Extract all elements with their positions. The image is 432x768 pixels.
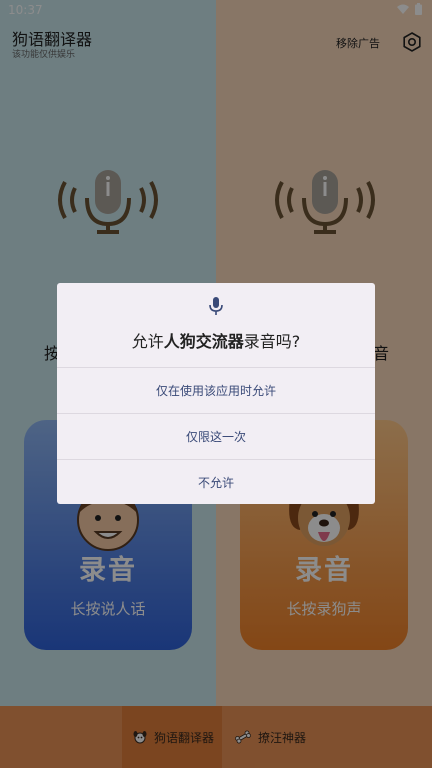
dialog-title-suffix: 录音吗? — [243, 332, 301, 351]
dialog-title-prefix: 允许 — [131, 332, 164, 351]
dialog-app-name: 人狗交流器 — [163, 332, 244, 351]
dialog-title: 允许人狗交流器录音吗? — [57, 328, 375, 352]
deny-button[interactable]: 不允许 — [57, 460, 375, 504]
allow-while-using-button[interactable]: 仅在使用该应用时允许 — [57, 368, 375, 412]
app-root: 10:37 狗语翻译器 该功能仅供娱乐 移除广告 按 音 录音 长按说人话 录音… — [0, 0, 432, 768]
permission-dialog: 允许人狗交流器录音吗? 仅在使用该应用时允许 仅限这一次 不允许 — [57, 283, 375, 504]
allow-once-button[interactable]: 仅限这一次 — [57, 414, 375, 458]
microphone-icon — [209, 297, 223, 315]
